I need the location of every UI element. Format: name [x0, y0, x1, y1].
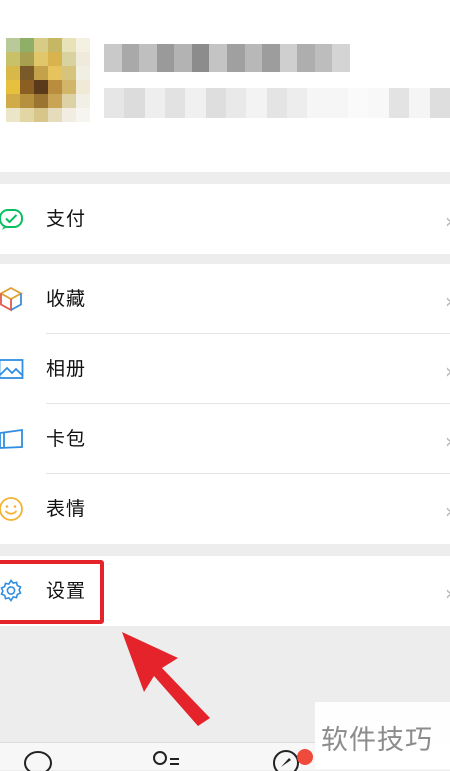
pay-group: 支付 › [0, 184, 450, 254]
profile-id-blurred [104, 88, 450, 118]
menu-label-favorites: 收藏 [46, 288, 87, 310]
menu-item-album[interactable]: 相册 › [0, 334, 450, 404]
album-icon [0, 356, 24, 382]
chevron-right-icon: › [445, 581, 450, 605]
stickers-icon [0, 496, 24, 522]
avatar[interactable] [6, 38, 90, 122]
features-group: 收藏 › 相册 › 卡包 › 表情 › [0, 264, 450, 544]
profile-name-blurred [104, 44, 350, 72]
menu-label-album: 相册 [46, 358, 87, 380]
red-arrow-annotation [122, 632, 210, 726]
favorites-icon [0, 286, 24, 312]
chevron-right-icon: › [445, 429, 450, 453]
menu-item-cards[interactable]: 卡包 › [0, 404, 450, 474]
watermark: 软件技巧 [315, 702, 450, 769]
menu-item-stickers[interactable]: 表情 › [0, 474, 450, 544]
contacts-tab-icon[interactable] [150, 749, 184, 771]
pay-icon [0, 206, 24, 232]
chevron-right-icon: › [445, 359, 450, 383]
watermark-text: 软件技巧 [321, 725, 433, 756]
menu-item-pay[interactable]: 支付 › [0, 184, 450, 254]
menu-label-cards: 卡包 [46, 428, 87, 450]
cards-icon [0, 426, 24, 452]
notification-dot [297, 749, 313, 765]
menu-label-stickers: 表情 [46, 498, 87, 520]
profile-header[interactable] [0, 0, 450, 172]
menu-item-favorites[interactable]: 收藏 › [0, 264, 450, 334]
chevron-right-icon: › [445, 209, 450, 233]
menu-label-pay: 支付 [46, 208, 87, 230]
chats-tab-icon[interactable] [22, 749, 56, 771]
chevron-right-icon: › [445, 289, 450, 313]
settings-highlight-box [0, 560, 104, 624]
chevron-right-icon: › [445, 499, 450, 523]
